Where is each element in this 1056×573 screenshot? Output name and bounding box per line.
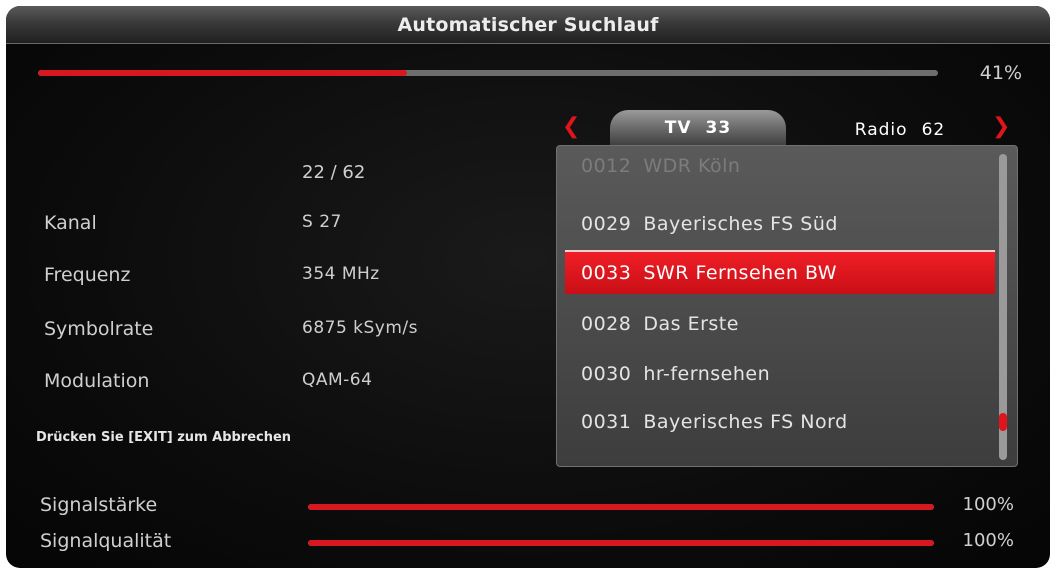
chevron-left-icon[interactable]: ❮ bbox=[562, 114, 580, 139]
tab-count: 62 bbox=[921, 120, 946, 140]
channel-name: Das Erste bbox=[643, 313, 739, 335]
scan-progress-bar bbox=[38, 70, 938, 76]
chevron-right-icon[interactable]: ❯ bbox=[992, 114, 1010, 139]
scan-dialog: Automatischer Suchlauf 41% 22 / 62 Kanal… bbox=[6, 6, 1050, 568]
list-tabs: ❮ TV 33 Radio 62 ❯ bbox=[556, 110, 1016, 146]
signal-strength-percent: 100% bbox=[962, 494, 1014, 515]
info-label: Kanal bbox=[44, 212, 97, 234]
channel-name: SWR Fernsehen BW bbox=[643, 262, 838, 284]
tab-tv[interactable]: TV 33 bbox=[610, 110, 786, 146]
signal-quality-bar bbox=[308, 540, 934, 546]
info-value: 6875 kSym/s bbox=[302, 318, 419, 338]
channel-number: 0028 bbox=[581, 313, 632, 335]
dialog-title: Automatischer Suchlauf bbox=[397, 13, 659, 36]
signal-strength-row: Signalstärke 100% bbox=[40, 494, 1030, 522]
signal-strength-fill bbox=[308, 504, 934, 510]
signal-quality-percent: 100% bbox=[962, 530, 1014, 551]
tab-label: TV bbox=[664, 118, 692, 138]
info-value: 354 MHz bbox=[302, 264, 380, 284]
signal-strength-label: Signalstärke bbox=[40, 494, 158, 516]
scan-progress-percent: 41% bbox=[979, 62, 1022, 84]
info-value: S 27 bbox=[302, 212, 342, 232]
channel-number: 0030 bbox=[581, 363, 632, 385]
signal-quality-fill bbox=[308, 540, 934, 546]
scan-progress-fill bbox=[38, 70, 407, 76]
info-row-symbolrate: Symbolrate 6875 kSym/s bbox=[44, 318, 504, 346]
transponder-counter: 22 / 62 bbox=[302, 162, 366, 183]
info-label: Frequenz bbox=[44, 264, 131, 286]
tab-radio[interactable]: Radio 62 bbox=[830, 116, 970, 144]
info-label: Modulation bbox=[44, 370, 150, 392]
channel-item[interactable]: 0031 Bayerisches FS Nord bbox=[565, 400, 995, 444]
signal-strength-bar bbox=[308, 504, 934, 510]
tab-label: Radio bbox=[854, 120, 908, 140]
channel-name: WDR Köln bbox=[643, 155, 741, 177]
info-row-frequenz: Frequenz 354 MHz bbox=[44, 264, 504, 292]
channel-item[interactable]: 0029 Bayerisches FS Süd bbox=[565, 202, 995, 246]
channel-number: 0033 bbox=[581, 262, 632, 284]
channel-name: hr-fernsehen bbox=[643, 363, 771, 385]
channel-item[interactable]: 0012 WDR Köln bbox=[565, 146, 995, 188]
info-row-modulation: Modulation QAM-64 bbox=[44, 370, 504, 398]
channel-item[interactable]: 0030 hr-fernsehen bbox=[565, 352, 995, 396]
info-label: Symbolrate bbox=[44, 318, 154, 340]
channel-item-selected[interactable]: 0033 SWR Fernsehen BW bbox=[565, 250, 995, 294]
channel-number: 0031 bbox=[581, 411, 632, 433]
title-bar: Automatischer Suchlauf bbox=[6, 6, 1050, 44]
channel-number: 0029 bbox=[581, 213, 632, 235]
info-row-kanal: Kanal S 27 bbox=[44, 212, 504, 240]
tab-count: 33 bbox=[705, 118, 732, 138]
scrollbar-thumb[interactable] bbox=[999, 413, 1007, 431]
channel-number: 0012 bbox=[581, 155, 632, 177]
info-value: QAM-64 bbox=[302, 370, 373, 390]
channel-name: Bayerisches FS Nord bbox=[643, 411, 848, 433]
signal-quality-row: Signalqualität 100% bbox=[40, 530, 1030, 558]
channel-name: Bayerisches FS Süd bbox=[643, 213, 838, 235]
signal-quality-label: Signalqualität bbox=[40, 530, 172, 552]
channel-list: 0012 WDR Köln 0029 Bayerisches FS Süd 00… bbox=[556, 145, 1018, 467]
channel-list-scrollbar[interactable] bbox=[999, 154, 1007, 460]
exit-hint: Drücken Sie [EXIT] zum Abbrechen bbox=[36, 430, 292, 445]
channel-item[interactable]: 0028 Das Erste bbox=[565, 302, 995, 346]
